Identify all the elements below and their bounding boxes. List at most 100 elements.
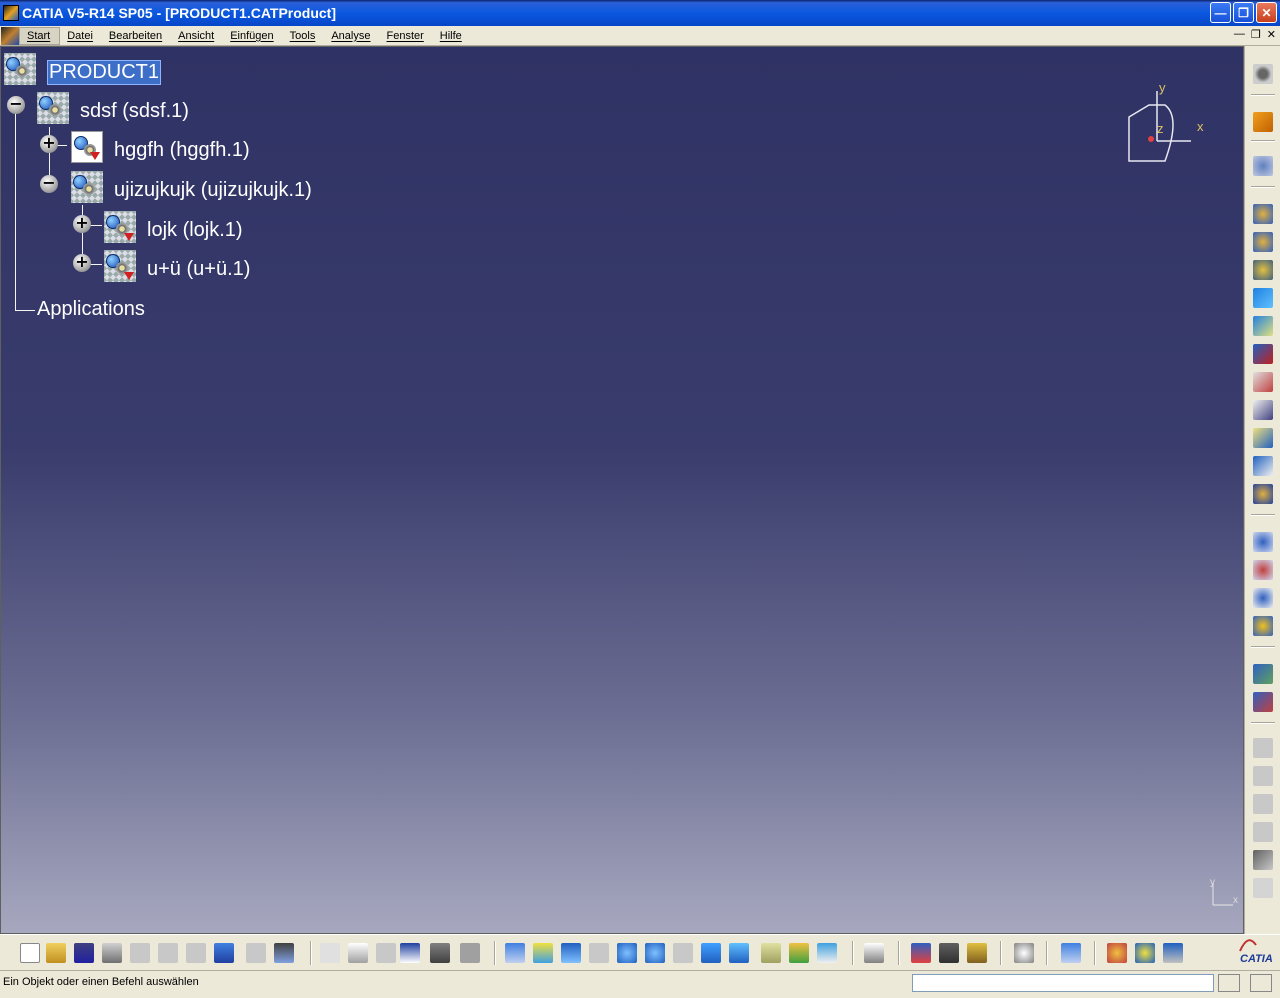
menu-bearbeiten[interactable]: Bearbeiten [102,28,171,44]
zoom-out-icon[interactable] [645,943,665,963]
iso-view-icon[interactable] [729,943,749,963]
lock-icon[interactable] [430,943,450,963]
undo-icon[interactable] [214,943,234,963]
menu-einfuegen[interactable]: Einfügen [223,28,282,44]
snap-icon[interactable] [1253,560,1273,580]
open-icon[interactable] [46,943,66,963]
fit-all-icon[interactable] [533,943,553,963]
offset-constraint-icon[interactable] [1253,794,1273,814]
new-product-icon[interactable] [1253,232,1273,252]
expand-icon[interactable]: + [40,135,58,153]
new-component-icon[interactable] [1253,204,1273,224]
environment-icon[interactable] [1163,943,1183,963]
normal-view-icon[interactable] [673,943,693,963]
menu-analyse[interactable]: Analyse [324,28,379,44]
angle-constraint-icon[interactable] [1253,822,1273,842]
redo-icon[interactable] [246,943,266,963]
whats-this-icon[interactable] [274,943,294,963]
constraint-icon[interactable] [1253,692,1273,712]
shading-icon[interactable] [761,943,781,963]
doc-restore-button[interactable]: ❐ [1251,28,1261,41]
measure-inertia-icon[interactable] [939,943,959,963]
fix-constraint-icon[interactable] [1253,738,1273,758]
fly-icon[interactable] [505,943,525,963]
status-button-1[interactable] [1218,974,1240,992]
new-part-icon[interactable] [1253,260,1273,280]
expand-icon[interactable]: + [73,215,91,233]
explode-icon[interactable] [1253,588,1273,608]
rotate-icon[interactable] [589,943,609,963]
update-icon[interactable] [1253,664,1273,684]
compass[interactable]: y x z [1119,80,1229,173]
3d-viewport[interactable]: PRODUCT1 − sdsf (sdsf.1) + hggfh (hggfh.… [0,46,1244,934]
product-icon[interactable] [104,250,136,282]
menu-ansicht[interactable]: Ansicht [171,28,223,44]
close-button[interactable]: ✕ [1256,2,1277,23]
assembly-design-icon[interactable] [1253,64,1273,84]
swap-space-icon[interactable] [817,943,837,963]
knowledge-icon[interactable] [376,943,396,963]
save-icon[interactable] [74,943,94,963]
expand-icon[interactable]: + [73,254,91,272]
fix-together-icon[interactable] [1253,850,1273,870]
tree-node-ujizujkujk[interactable]: ujizujkujk (ujizujkujk.1) [114,179,312,202]
tree-node-lojk[interactable]: lojk (lojk.1) [147,219,243,242]
measure-between-icon[interactable] [911,943,931,963]
status-button-2[interactable] [1250,974,1272,992]
catalog-icon[interactable] [460,943,480,963]
tree-node-hggfh[interactable]: hggfh (hggfh.1) [114,139,250,162]
scene-icon[interactable] [1014,943,1034,963]
tree-node-applications[interactable]: Applications [37,298,145,321]
minimize-button[interactable]: — [1210,2,1231,23]
replace-component-icon[interactable] [1253,316,1273,336]
selective-load-icon[interactable] [1253,400,1273,420]
collapse-icon[interactable]: − [40,175,58,193]
print-icon[interactable] [102,943,122,963]
measure-icon[interactable] [864,943,884,963]
catia-app-icon[interactable] [3,5,19,21]
component-icon[interactable] [71,171,103,203]
tree-root-label[interactable]: PRODUCT1 [47,60,162,85]
multi-instantiation-icon[interactable] [1253,456,1273,476]
menu-hilfe[interactable]: Hilfe [433,28,471,44]
graph-tree-reorder-icon[interactable] [1253,344,1273,364]
manage-representations-icon[interactable] [1253,428,1273,448]
comment-icon[interactable] [348,943,368,963]
hide-show-icon[interactable] [789,943,809,963]
render-icon[interactable] [1061,943,1081,963]
product-icon[interactable] [4,53,36,85]
menu-start[interactable]: Start [19,26,61,45]
fly-mode-icon[interactable] [1253,156,1273,176]
paste-icon[interactable] [186,943,206,963]
tree-node-sdsf[interactable]: sdsf (sdsf.1) [80,100,189,123]
fast-multi-instantiation-icon[interactable] [1253,484,1273,504]
multi-view-icon[interactable] [701,943,721,963]
table-icon[interactable] [400,943,420,963]
pan-icon[interactable] [561,943,581,963]
new-icon[interactable] [20,943,40,963]
lights-icon[interactable] [1135,943,1155,963]
stop-manipulate-icon[interactable] [1253,616,1273,636]
existing-component-icon[interactable] [1253,288,1273,308]
copy-icon[interactable] [158,943,178,963]
material-icon[interactable] [1107,943,1127,963]
cut-icon[interactable] [130,943,150,963]
component-icon[interactable] [37,92,69,124]
document-menu-icon[interactable] [1,26,19,45]
menu-fenster[interactable]: Fenster [379,28,432,44]
select-icon[interactable] [1253,112,1273,132]
command-input[interactable] [912,974,1214,992]
doc-minimize-button[interactable]: — [1234,28,1245,41]
menu-datei[interactable]: Datei [60,28,102,44]
menu-tools[interactable]: Tools [283,28,325,44]
manipulation-icon[interactable] [1253,532,1273,552]
formula-icon[interactable] [320,943,340,963]
maximize-button[interactable]: ❐ [1233,2,1254,23]
collapse-icon[interactable]: − [7,96,25,114]
zoom-in-icon[interactable] [617,943,637,963]
doc-close-button[interactable]: ✕ [1267,28,1276,41]
quick-constraint-icon[interactable] [1253,878,1273,898]
contact-constraint-icon[interactable] [1253,766,1273,786]
tree-node-u-plus-ue[interactable]: u+ü (u+ü.1) [147,258,250,281]
part-icon[interactable] [71,131,103,163]
